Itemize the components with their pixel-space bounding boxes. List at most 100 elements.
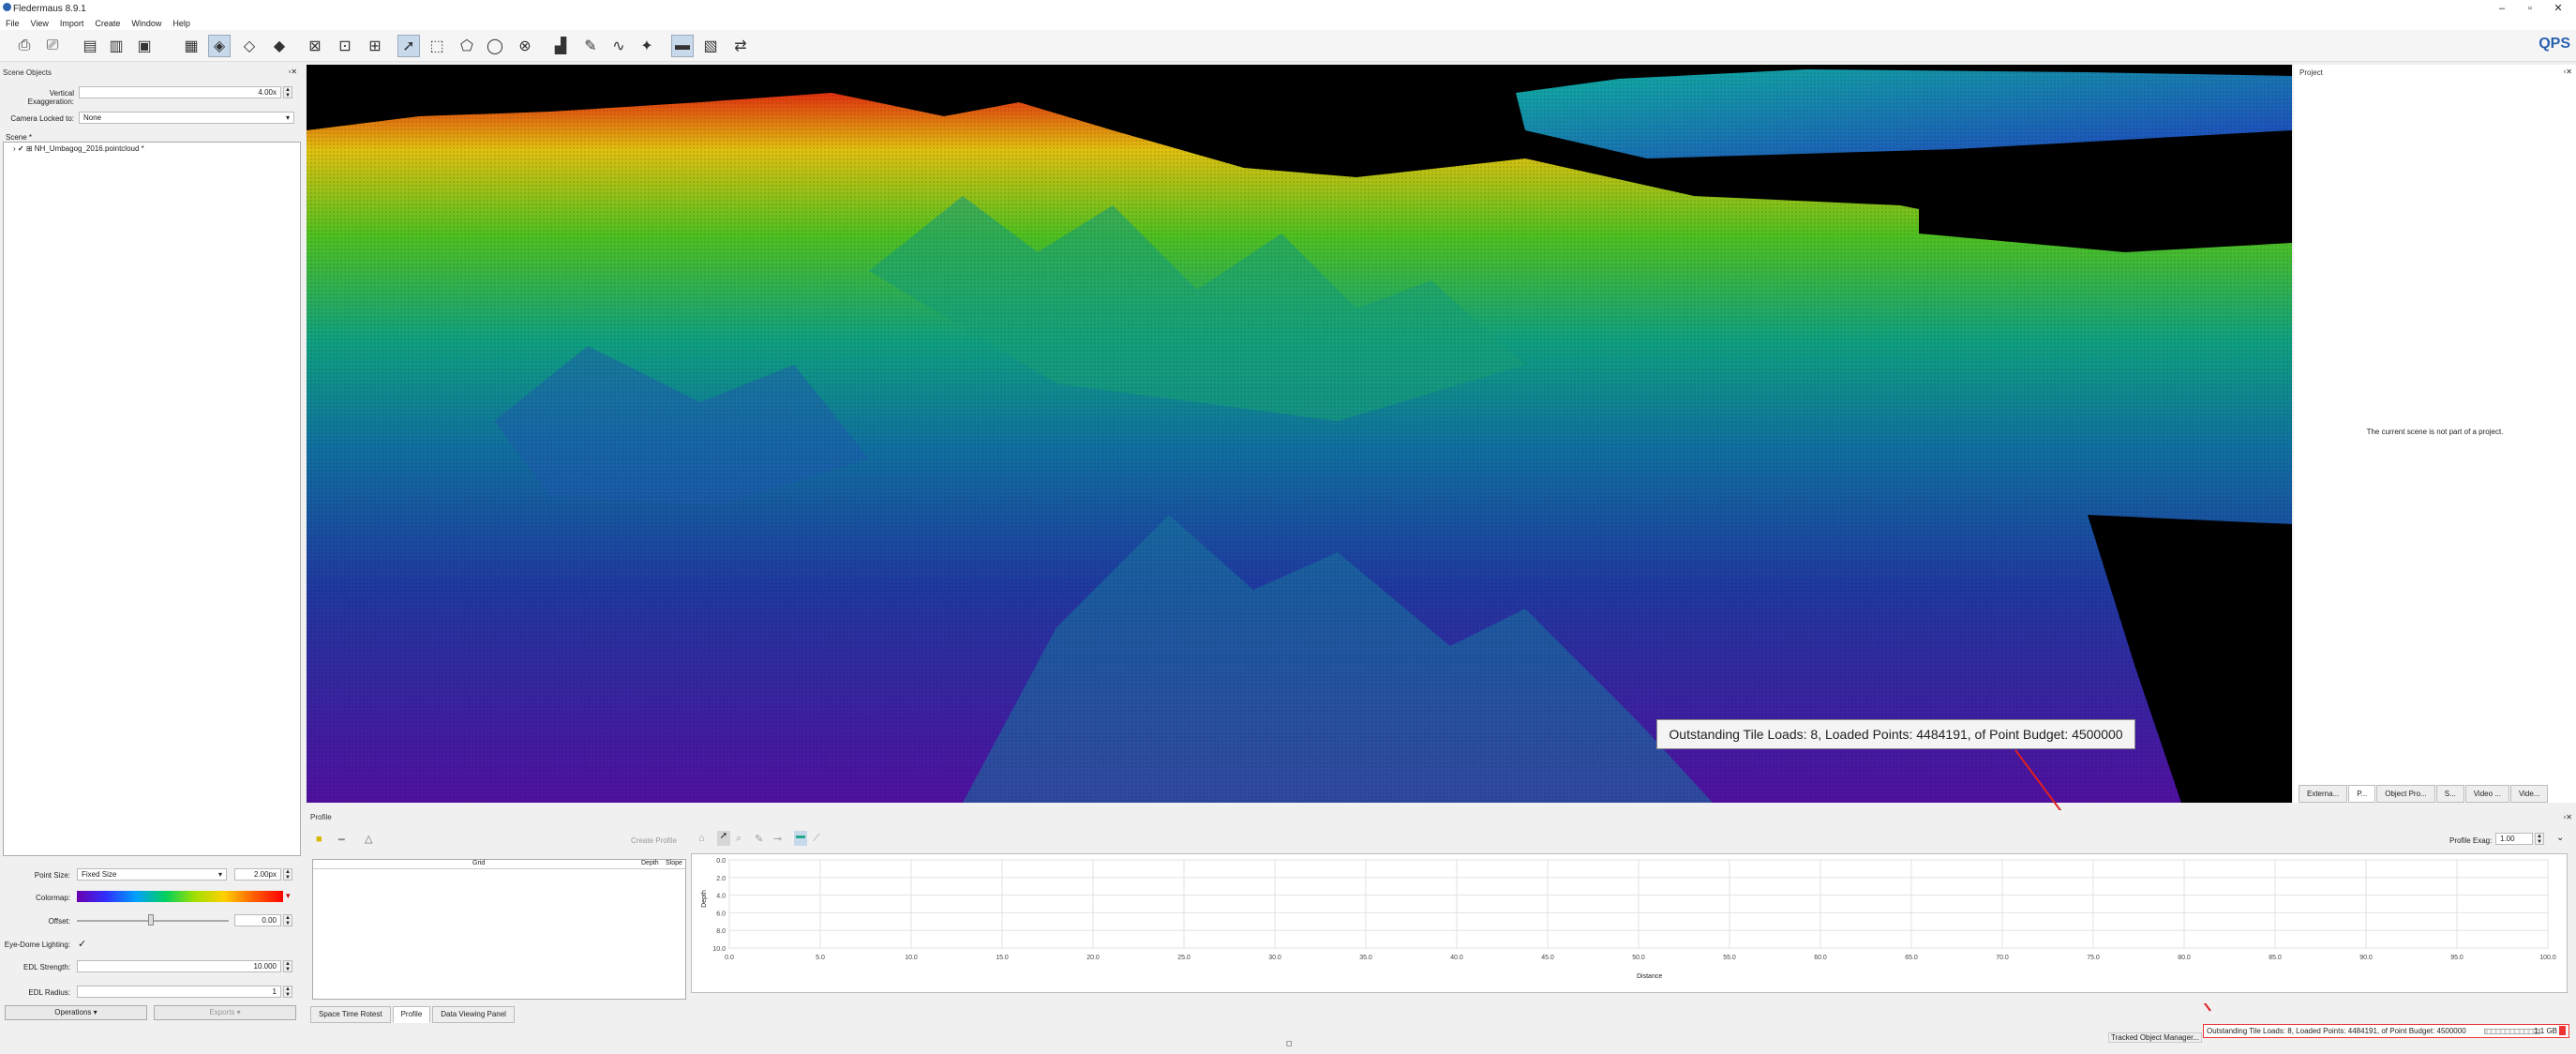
profile-plot: 0.0 5.0 10.0 15.0 20.0 25.0 30.0 35.0 40.0 45.0 50… bbox=[691, 853, 2568, 993]
vertical-exaggeration-input[interactable]: 4.00x bbox=[79, 86, 281, 98]
link-icon[interactable]: ⇄ bbox=[729, 35, 752, 57]
tab-space-time[interactable]: Space Time Rotest bbox=[310, 1006, 391, 1023]
y-tick-label: 6.0 bbox=[716, 911, 726, 917]
lasso-select-icon[interactable]: ◯ bbox=[484, 35, 506, 57]
edl-checkbox[interactable]: ✓ bbox=[78, 938, 86, 950]
profile-folder-icon[interactable]: ■ bbox=[316, 834, 322, 845]
offset-input[interactable]: 0.00 bbox=[234, 914, 281, 926]
offset-slider-handle[interactable] bbox=[148, 914, 154, 926]
profile-grid-table: Grid Depth Slope bbox=[312, 859, 686, 1000]
zoom-fit-icon[interactable]: ⊠ bbox=[304, 35, 326, 57]
colormap-dropdown-icon[interactable]: ▾ bbox=[286, 891, 291, 901]
zoom-extent-icon[interactable]: ⊡ bbox=[334, 35, 356, 57]
measure-icon[interactable]: ✎ bbox=[579, 35, 602, 57]
layers-alt-icon[interactable]: ◇ bbox=[238, 35, 261, 57]
menu-file[interactable]: File bbox=[0, 17, 25, 30]
tracked-object-manager-button[interactable]: Tracked Object Manager... bbox=[2108, 1032, 2202, 1043]
menu-window[interactable]: Window bbox=[126, 17, 167, 30]
grid-icon[interactable]: ▦ bbox=[180, 35, 202, 57]
3d-viewport[interactable]: Outstanding Tile Loads: 8, Loaded Points… bbox=[307, 65, 2292, 803]
zoom-icon[interactable]: ⌕ bbox=[736, 833, 741, 845]
tree-item[interactable]: › ✓ ⊞ NH_Umbagog_2016.pointcloud * bbox=[13, 144, 144, 153]
maximize-icon[interactable]: ▫ bbox=[2516, 1, 2544, 16]
point-size-mode-select[interactable]: Fixed Size ▾ bbox=[77, 868, 227, 881]
profile-exag-spinner[interactable]: ▲ ▼ bbox=[2535, 833, 2544, 845]
grid-column-header[interactable]: Grid bbox=[472, 860, 485, 866]
menu-help[interactable]: Help bbox=[167, 17, 196, 30]
new-scene-icon[interactable]: ⎙ bbox=[13, 35, 36, 57]
open-scene-icon[interactable]: ⎚ bbox=[41, 35, 64, 57]
x-tick-label: 80.0 bbox=[2178, 955, 2191, 961]
probe-icon[interactable]: ⊸ bbox=[773, 833, 782, 845]
zoom-selection-icon[interactable]: ⊞ bbox=[364, 35, 386, 57]
save-as-icon[interactable]: ▥ bbox=[105, 35, 127, 57]
home-icon[interactable]: ⌂ bbox=[698, 833, 705, 844]
tab-data-viewing-panel[interactable]: Data Viewing Panel bbox=[432, 1006, 515, 1023]
menu-view[interactable]: View bbox=[25, 17, 54, 30]
camera-locked-select[interactable]: None ▾ bbox=[79, 112, 294, 124]
tab-s[interactable]: S... bbox=[2435, 785, 2464, 803]
menu-create[interactable]: Create bbox=[89, 17, 126, 30]
curve-icon[interactable]: ∿ bbox=[607, 35, 630, 57]
profile-exag-input[interactable]: 1.00 bbox=[2495, 833, 2533, 845]
tab-object-properties[interactable]: Object Pro... bbox=[2376, 785, 2435, 803]
vertical-exaggeration-spinner[interactable]: ▲ ▼ bbox=[283, 86, 292, 98]
point-size-spinner[interactable]: ▲ ▼ bbox=[283, 868, 292, 881]
edl-radius-input[interactable]: 1 bbox=[77, 986, 281, 998]
table-header: Grid Depth Slope bbox=[313, 860, 685, 869]
tab-video-2[interactable]: Vide... bbox=[2509, 785, 2549, 803]
clear-selection-icon[interactable]: ⊗ bbox=[514, 35, 536, 57]
point-size-mode-value: Fixed Size bbox=[82, 870, 117, 879]
disk-icon[interactable]: ▣ bbox=[133, 35, 156, 57]
scene-objects-header: Scene Objects bbox=[3, 68, 52, 77]
edl-strength-spinner[interactable]: ▲ ▼ bbox=[283, 960, 292, 972]
close-icon[interactable]: ✕ bbox=[2544, 1, 2572, 16]
x-tick-label: 45.0 bbox=[1541, 955, 1554, 961]
chart-icon[interactable]: ▟ bbox=[549, 35, 572, 57]
tab-project[interactable]: P... bbox=[2348, 785, 2376, 803]
panel-close-icon[interactable]: ▫✕ bbox=[2563, 68, 2572, 76]
panel-close-icon[interactable]: ▫✕ bbox=[288, 68, 297, 76]
menu-import[interactable]: Import bbox=[54, 17, 90, 30]
tab-profile[interactable]: Profile bbox=[392, 1006, 431, 1023]
pointer-icon[interactable]: ➚ bbox=[397, 35, 420, 57]
layers-flat-icon[interactable]: ◆ bbox=[268, 35, 291, 57]
rectangle-select-icon[interactable]: ⬚ bbox=[426, 35, 448, 57]
y-tick-label: 2.0 bbox=[716, 876, 726, 882]
save-icon[interactable]: ▤ bbox=[79, 35, 101, 57]
colormap-icon[interactable]: ▬ bbox=[671, 35, 694, 57]
exports-button[interactable]: Exports ▾ bbox=[154, 1005, 296, 1020]
resize-handle-icon[interactable]: ◻ bbox=[1286, 1039, 1293, 1047]
edl-strength-input[interactable]: 10.000 bbox=[77, 960, 281, 972]
create-profile-button[interactable]: Create Profile bbox=[631, 836, 677, 845]
slope-column-header[interactable]: Slope bbox=[666, 860, 682, 866]
expand-icon[interactable]: › bbox=[13, 144, 16, 153]
pen-icon[interactable]: ✎ bbox=[755, 833, 763, 845]
minimize-icon[interactable]: – bbox=[2488, 1, 2516, 16]
project-panel: Project ▫✕ The current scene is not part… bbox=[2294, 65, 2576, 803]
profile-colormap-icon[interactable]: ▬ bbox=[794, 831, 807, 846]
operations-button[interactable]: Operations ▾ bbox=[5, 1005, 147, 1020]
depth-column-header[interactable]: Depth bbox=[641, 860, 659, 866]
profile-line-icon[interactable]: ━ bbox=[338, 834, 345, 846]
chevron-down-icon: ▾ bbox=[217, 870, 222, 879]
offset-spinner[interactable]: ▲ ▼ bbox=[283, 914, 292, 926]
layers-icon[interactable]: ◈ bbox=[208, 35, 231, 57]
chevron-down-icon[interactable]: ⌄ bbox=[2556, 833, 2564, 843]
visible-checkbox[interactable]: ✓ bbox=[18, 144, 24, 153]
offset-label: Offset: bbox=[48, 917, 70, 926]
add-point-icon[interactable]: ✦ bbox=[636, 35, 658, 57]
tile-load-tooltip: Outstanding Tile Loads: 8, Loaded Points… bbox=[1656, 719, 2135, 749]
colormap-swatch[interactable] bbox=[77, 891, 283, 902]
y-tick-label: 4.0 bbox=[716, 894, 726, 900]
shading-icon[interactable]: ▧ bbox=[699, 35, 722, 57]
point-size-input[interactable]: 2.00px bbox=[234, 868, 281, 881]
tab-video[interactable]: Video ... bbox=[2464, 785, 2509, 803]
tab-external[interactable]: Externa... bbox=[2299, 785, 2348, 803]
polygon-select-icon[interactable]: ⬠ bbox=[456, 35, 478, 57]
edl-radius-spinner[interactable]: ▲ ▼ bbox=[283, 986, 292, 998]
profile-triangle-icon[interactable]: △ bbox=[365, 833, 372, 845]
profile-chart-icon[interactable]: ⟋ bbox=[813, 833, 820, 845]
profile-pointer-icon[interactable]: ➚ bbox=[717, 831, 730, 846]
panel-close-icon[interactable]: ▫✕ bbox=[2563, 813, 2572, 821]
